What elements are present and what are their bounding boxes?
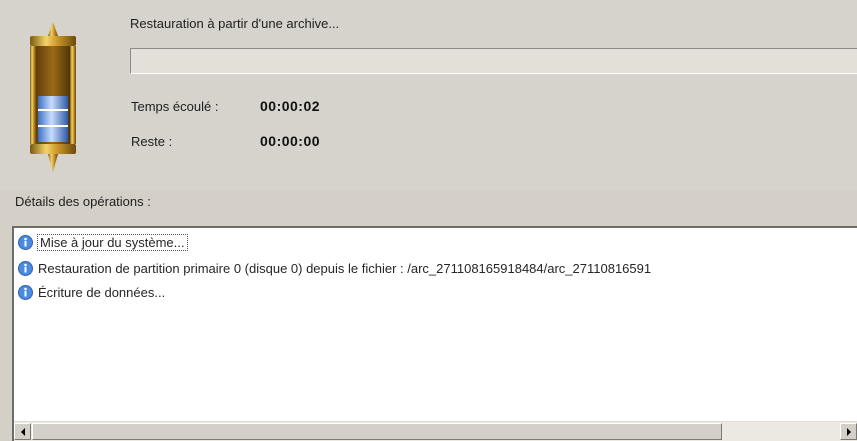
remaining-time-value: 00:00:00 xyxy=(260,133,321,149)
elapsed-time-label: Temps écoulé : xyxy=(131,99,219,114)
log-item[interactable]: Écriture de données... xyxy=(18,281,165,303)
scroll-right-button[interactable] xyxy=(840,423,857,440)
horizontal-scrollbar[interactable] xyxy=(14,421,857,441)
log-item[interactable]: Restauration de partition primaire 0 (di… xyxy=(18,257,651,279)
info-icon xyxy=(18,260,33,276)
operation-title: Restauration à partir d'une archive... xyxy=(130,16,340,31)
remaining-time-label: Reste : xyxy=(131,134,173,149)
scroll-left-button[interactable] xyxy=(14,423,31,440)
arrow-left-icon xyxy=(20,427,25,436)
elapsed-time-value: 00:00:02 xyxy=(260,98,321,114)
hourglass-icon xyxy=(30,22,76,172)
log-item-text: Restauration de partition primaire 0 (di… xyxy=(38,260,652,276)
operation-log-list[interactable]: Mise à jour du système... Restauration d… xyxy=(12,226,857,441)
progress-bar xyxy=(130,48,857,74)
info-icon xyxy=(18,284,33,300)
log-item-text: Mise à jour du système... xyxy=(37,233,188,251)
details-label: Détails des opérations : xyxy=(15,194,151,209)
log-item-text: Écriture de données... xyxy=(38,284,166,300)
log-item[interactable]: Mise à jour du système... xyxy=(18,231,188,253)
arrow-right-icon xyxy=(846,427,851,436)
scroll-thumb[interactable] xyxy=(32,423,722,440)
progress-panel: Restauration à partir d'une archive... T… xyxy=(0,0,857,190)
info-icon xyxy=(18,234,33,250)
